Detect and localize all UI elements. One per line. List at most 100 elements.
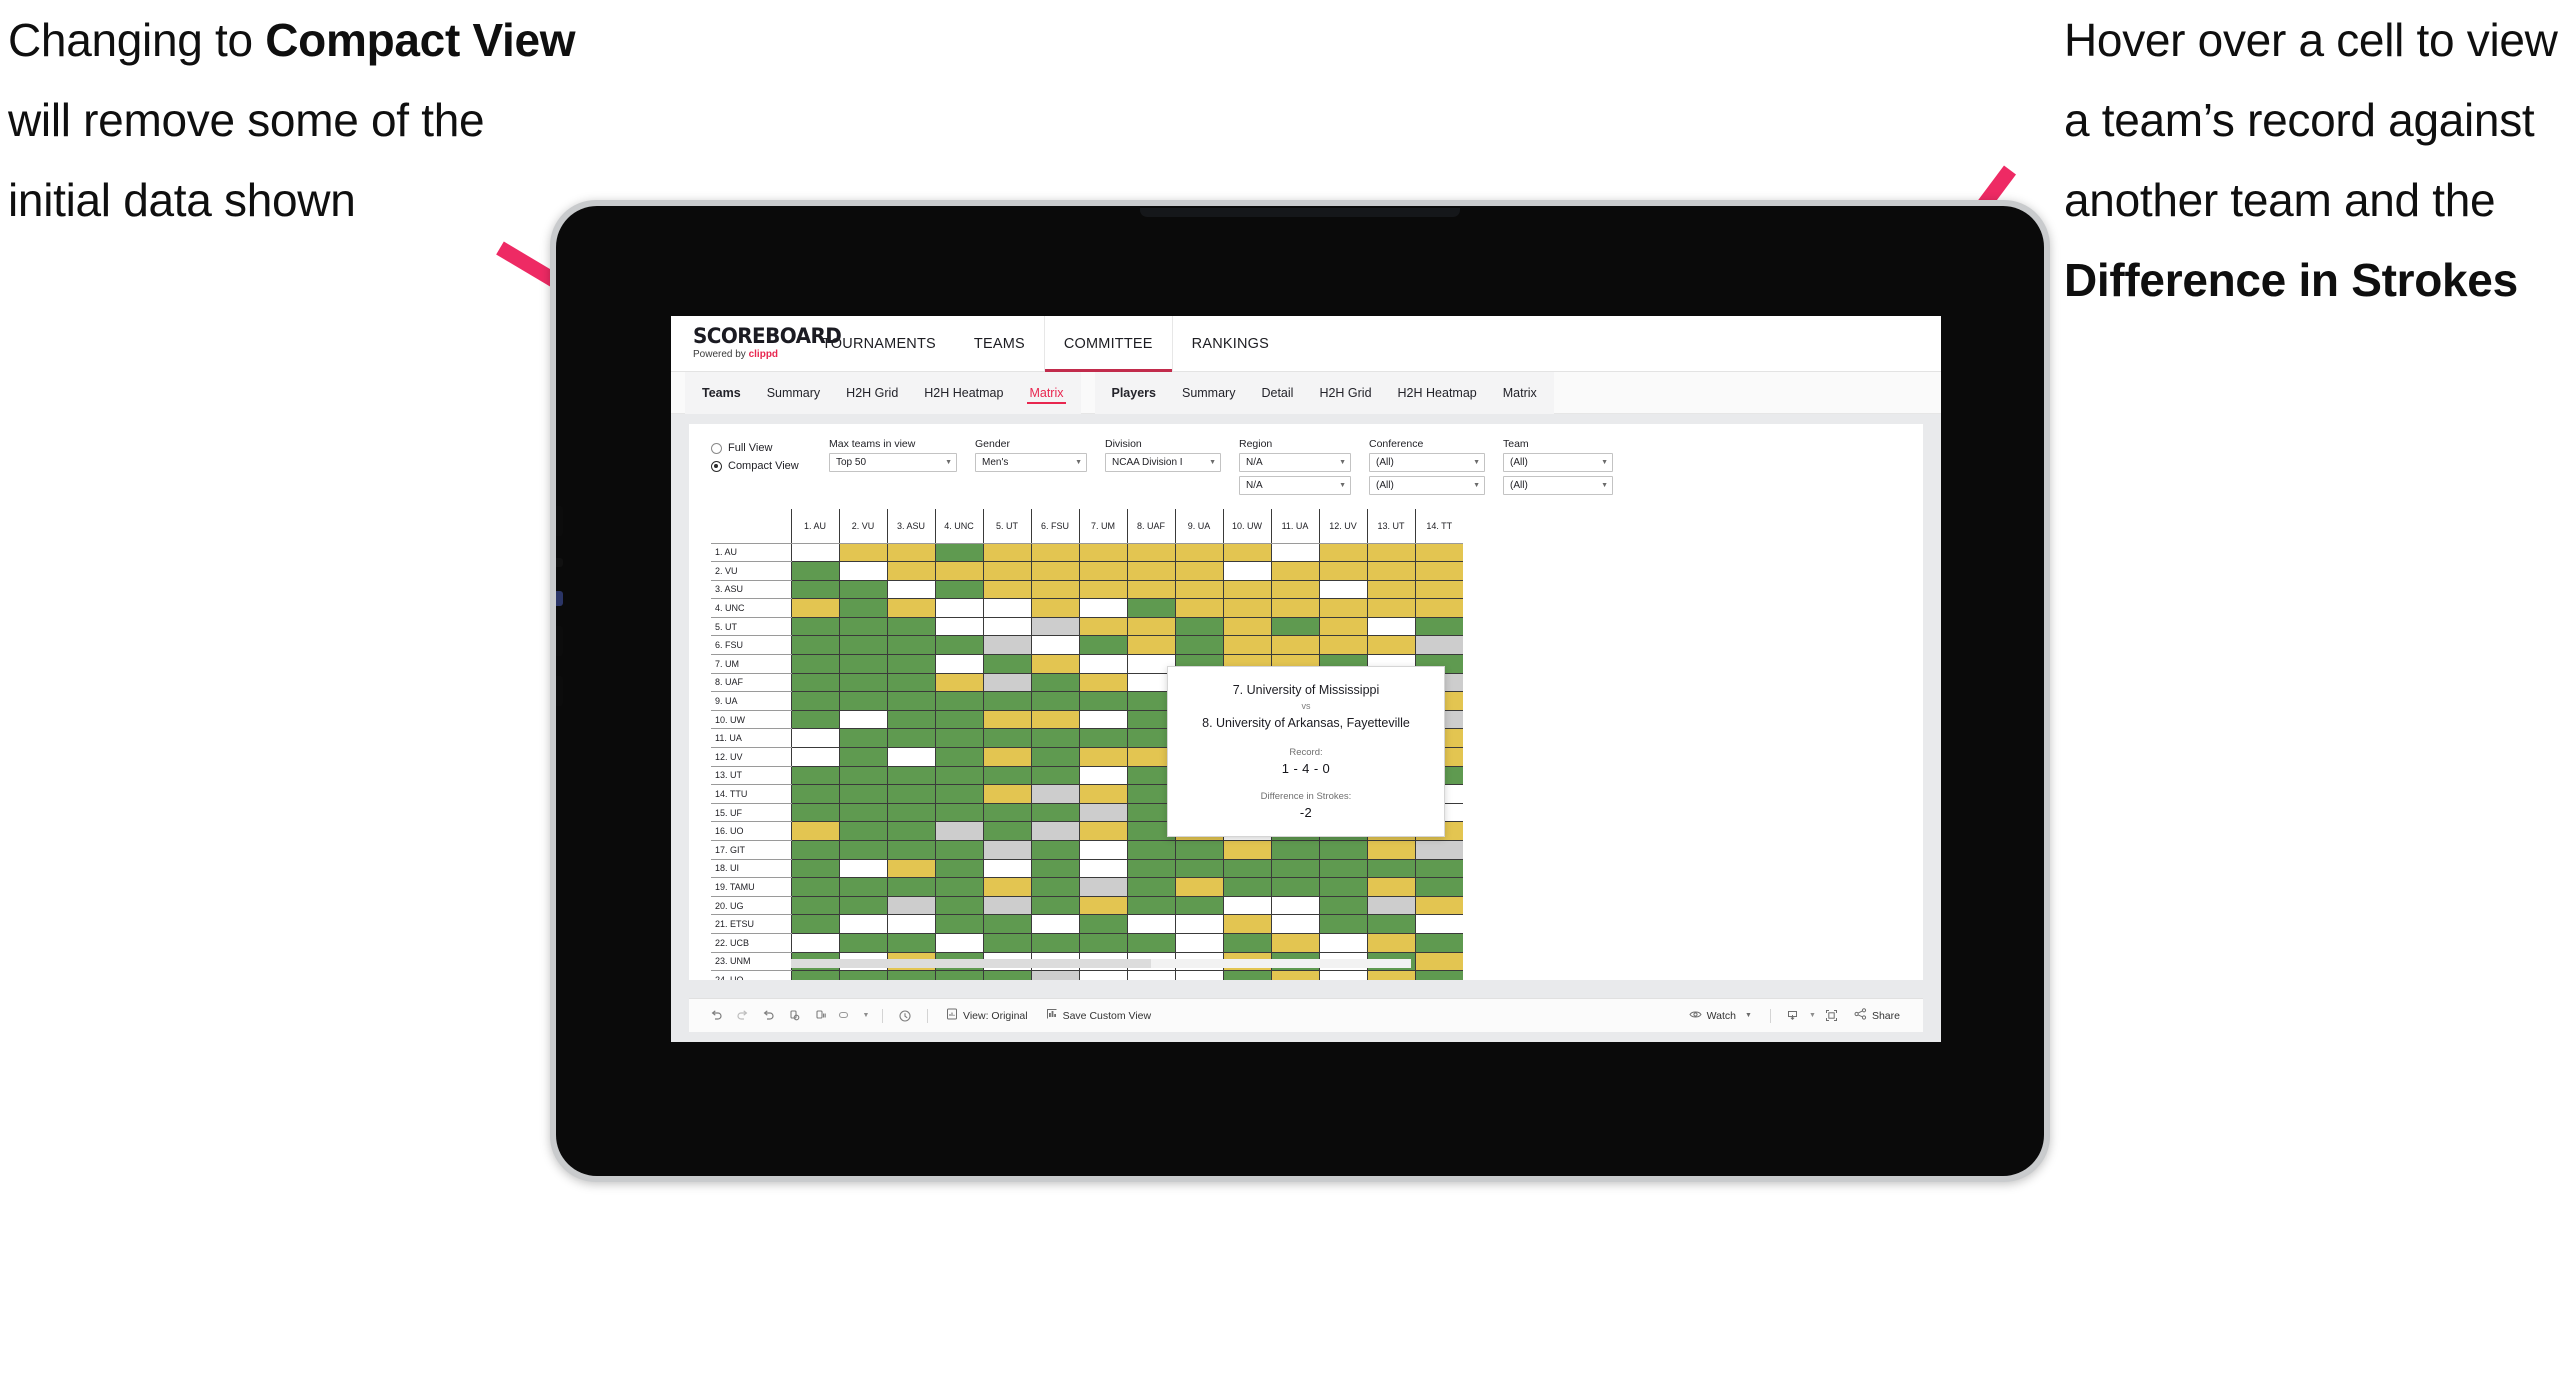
matrix-cell[interactable] <box>1222 635 1271 656</box>
matrix-row-header[interactable]: 6. FSU <box>711 635 791 656</box>
matrix-row-header[interactable]: 8. UAF <box>711 673 791 693</box>
matrix-cell[interactable] <box>1222 598 1271 618</box>
matrix-cell[interactable] <box>1414 896 1463 916</box>
tablet-side-button-3[interactable] <box>556 591 563 606</box>
matrix-cell[interactable] <box>1126 970 1175 980</box>
chevron-down-icon[interactable]: ▼ <box>859 999 873 1033</box>
matrix-cell[interactable] <box>1318 617 1367 637</box>
matrix-cell[interactable] <box>1174 970 1223 980</box>
matrix-cell[interactable] <box>1414 561 1463 581</box>
matrix-cell[interactable] <box>1222 896 1271 916</box>
matrix-row-header[interactable]: 4. UNC <box>711 598 791 618</box>
matrix-cell[interactable] <box>934 766 983 786</box>
matrix-cell[interactable] <box>838 784 887 804</box>
matrix-cell[interactable] <box>1030 543 1079 563</box>
matrix-row-header[interactable]: 23. UNM <box>711 952 791 972</box>
matrix-cell[interactable] <box>982 543 1031 563</box>
matrix-row-header[interactable]: 12. UV <box>711 747 791 767</box>
matrix-cell[interactable] <box>1030 840 1079 860</box>
matrix-row-header[interactable]: 20. UG <box>711 896 791 916</box>
matrix-row-header[interactable]: 2. VU <box>711 561 791 581</box>
filter-conference-select-1[interactable]: (All) ▼ <box>1369 453 1485 472</box>
matrix-cell[interactable] <box>1318 970 1367 980</box>
matrix-cell[interactable] <box>934 543 983 563</box>
matrix-cell[interactable] <box>1030 766 1079 786</box>
matrix-cell[interactable] <box>1318 580 1367 600</box>
matrix-cell[interactable] <box>934 710 983 730</box>
matrix-cell[interactable] <box>1030 859 1079 879</box>
topnav-item-rankings[interactable]: RANKINGS <box>1173 316 1288 371</box>
matrix-cell[interactable] <box>1270 561 1319 581</box>
matrix-column-header[interactable]: 5. UT <box>982 509 1031 544</box>
save-custom-view-button[interactable]: Save Custom View <box>1037 1008 1161 1023</box>
matrix-cell[interactable] <box>1030 784 1079 804</box>
matrix-cell[interactable] <box>1318 543 1367 563</box>
matrix-row-header[interactable]: 24. UO <box>711 970 791 980</box>
matrix-column-header[interactable]: 13. UT <box>1366 509 1415 544</box>
matrix-cell[interactable] <box>1078 784 1127 804</box>
matrix-cell[interactable] <box>934 859 983 879</box>
matrix-cell[interactable] <box>1270 970 1319 980</box>
matrix-cell[interactable] <box>886 617 935 637</box>
subnav-players-summary[interactable]: Summary <box>1169 372 1248 414</box>
matrix-cell[interactable] <box>934 617 983 637</box>
matrix-horizontal-scrollbar[interactable] <box>791 959 1411 968</box>
topnav-item-committee[interactable]: COMMITTEE <box>1043 316 1173 372</box>
matrix-cell[interactable] <box>838 896 887 916</box>
matrix-cell[interactable] <box>1318 933 1367 953</box>
matrix-cell[interactable] <box>1126 561 1175 581</box>
matrix-cell[interactable] <box>934 970 983 980</box>
matrix-cell[interactable] <box>1126 635 1175 656</box>
matrix-cell[interactable] <box>1174 877 1223 897</box>
matrix-row-header[interactable]: 15. UF <box>711 803 791 823</box>
matrix-cell[interactable] <box>1270 914 1319 934</box>
matrix-cell[interactable] <box>838 691 887 711</box>
matrix-cell[interactable] <box>982 580 1031 600</box>
matrix-cell[interactable] <box>1414 952 1463 972</box>
matrix-cell[interactable] <box>1126 617 1175 637</box>
matrix-cell[interactable] <box>886 784 935 804</box>
matrix-cell[interactable] <box>1270 580 1319 600</box>
matrix-cell[interactable] <box>886 710 935 730</box>
matrix-cell[interactable] <box>982 673 1031 693</box>
matrix-cell[interactable] <box>934 747 983 767</box>
matrix-cell[interactable] <box>1078 598 1127 618</box>
matrix-cell[interactable] <box>1222 914 1271 934</box>
matrix-cell[interactable] <box>790 914 839 934</box>
matrix-cell[interactable] <box>1078 561 1127 581</box>
matrix-cell[interactable] <box>1030 561 1079 581</box>
matrix-cell[interactable] <box>1078 766 1127 786</box>
matrix-cell[interactable] <box>1030 617 1079 637</box>
matrix-cell[interactable] <box>1174 840 1223 860</box>
matrix-cell[interactable] <box>886 598 935 618</box>
matrix-cell[interactable] <box>886 821 935 841</box>
tablet-side-button-1[interactable] <box>556 506 563 536</box>
matrix-cell[interactable] <box>1414 914 1463 934</box>
matrix-column-header[interactable]: 2. VU <box>838 509 887 544</box>
filter-team-select-1[interactable]: (All) ▼ <box>1503 453 1613 472</box>
highlight-icon[interactable] <box>833 999 859 1033</box>
subnav-players-matrix[interactable]: Matrix <box>1490 372 1550 414</box>
matrix-cell[interactable] <box>886 561 935 581</box>
subnav-players-h2h-heatmap[interactable]: H2H Heatmap <box>1385 372 1490 414</box>
matrix-cell[interactable] <box>790 561 839 581</box>
matrix-cell[interactable] <box>886 635 935 656</box>
filter-max-teams-select[interactable]: Top 50 ▼ <box>829 453 957 472</box>
matrix-row-header[interactable]: 22. UCB <box>711 933 791 953</box>
matrix-cell[interactable] <box>1078 617 1127 637</box>
matrix-column-header[interactable]: 1. AU <box>790 509 839 544</box>
matrix-cell[interactable] <box>790 784 839 804</box>
matrix-cell[interactable] <box>1414 970 1463 980</box>
matrix-cell[interactable] <box>982 803 1031 823</box>
matrix-row-header[interactable]: 19. TAMU <box>711 877 791 897</box>
matrix-cell[interactable] <box>982 710 1031 730</box>
matrix-cell[interactable] <box>1078 691 1127 711</box>
matrix-row-header[interactable]: 7. UM <box>711 654 791 674</box>
matrix-cell[interactable] <box>838 654 887 674</box>
matrix-cell[interactable] <box>1318 877 1367 897</box>
matrix-cell[interactable] <box>838 617 887 637</box>
matrix-cell[interactable] <box>1030 896 1079 916</box>
matrix-cell[interactable] <box>982 933 1031 953</box>
matrix-cell[interactable] <box>1078 710 1127 730</box>
matrix-cell[interactable] <box>982 691 1031 711</box>
